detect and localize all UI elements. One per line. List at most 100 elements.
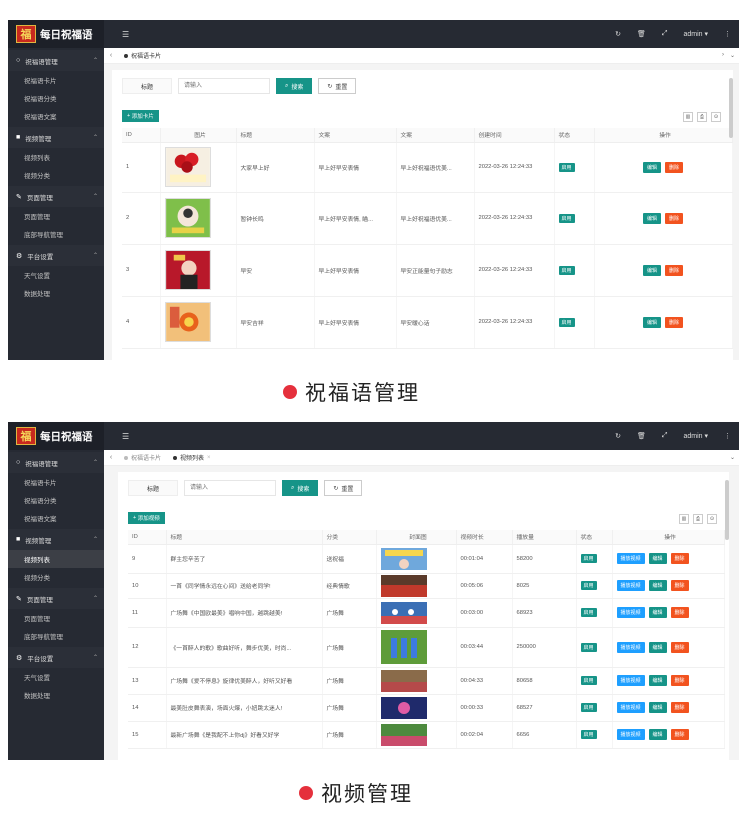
delete-button[interactable]: 删除 <box>665 212 684 224</box>
delete-button[interactable]: 删除 <box>670 641 689 653</box>
edit-button[interactable]: 编辑 <box>648 580 667 591</box>
card-image[interactable] <box>164 147 211 187</box>
play-video-button[interactable]: 播放视频 <box>616 675 645 686</box>
chevron-down-icon[interactable]: ⌄ <box>730 454 735 461</box>
chevron-right-icon[interactable]: › <box>722 52 724 59</box>
sidebar-group-settings[interactable]: ⚙ 平台设置 ⌃ <box>8 647 104 668</box>
play-video-button[interactable]: 播放视频 <box>616 607 645 618</box>
edit-button[interactable]: 编辑 <box>648 702 667 713</box>
tab-card[interactable]: 祝福语卡片 <box>118 453 167 462</box>
close-icon[interactable]: × <box>207 455 211 461</box>
sidebar-item-copy[interactable]: 祝福语文案 <box>8 107 104 125</box>
video-cover[interactable] <box>380 669 427 692</box>
sidebar-item-pages[interactable]: 页面管理 <box>8 609 104 627</box>
delete-button[interactable]: 删除 <box>670 729 689 740</box>
fullscreen-icon[interactable]: ⤢ <box>662 432 668 440</box>
fullscreen-icon[interactable]: ⤢ <box>662 30 668 38</box>
sidebar-item-category[interactable]: 祝福语分类 <box>8 89 104 107</box>
menu-toggle-icon[interactable]: ☰ <box>122 30 129 39</box>
print-icon[interactable]: ⎙ <box>693 514 703 524</box>
edit-button[interactable]: 编辑 <box>642 264 661 276</box>
play-video-button[interactable]: 播放视频 <box>616 553 645 564</box>
reset-button[interactable]: ↻ 重置 <box>324 480 363 496</box>
sidebar-item-video-category[interactable]: 视频分类 <box>8 568 104 586</box>
title-input[interactable] <box>178 78 270 94</box>
card-image[interactable] <box>164 250 211 290</box>
chevron-left-icon[interactable]: ‹ <box>104 454 118 461</box>
video-cover[interactable] <box>380 547 427 570</box>
sidebar-item-category[interactable]: 祝福语分类 <box>8 491 104 509</box>
delete-button[interactable]: 删除 <box>665 264 684 276</box>
edit-button[interactable]: 编辑 <box>648 729 667 740</box>
columns-icon[interactable]: ▥ <box>679 514 689 524</box>
edit-button[interactable]: 编辑 <box>642 212 661 224</box>
trash-icon[interactable]: 🗑 <box>637 432 646 440</box>
sidebar-item-bottom-nav[interactable]: 底部导航管理 <box>8 627 104 645</box>
delete-button[interactable]: 删除 <box>670 675 689 686</box>
tab-card[interactable]: 祝福语卡片 <box>118 51 167 60</box>
sidebar-group-video[interactable]: ■ 视频管理 ⌃ <box>8 529 104 550</box>
play-video-button[interactable]: 播放视频 <box>616 641 645 653</box>
sidebar-group-settings[interactable]: ⚙ 平台设置 ⌃ <box>8 245 104 266</box>
search-button[interactable]: ⌕ 搜索 <box>276 78 313 94</box>
sidebar-group-pages[interactable]: ✎ 页面管理 ⌃ <box>8 186 104 207</box>
sidebar-item-copy[interactable]: 祝福语文案 <box>8 509 104 527</box>
scrollbar[interactable] <box>729 78 733 138</box>
edit-button[interactable]: 编辑 <box>648 641 667 653</box>
video-cover[interactable] <box>380 696 427 719</box>
edit-button[interactable]: 编辑 <box>648 607 667 618</box>
sidebar-group-pages[interactable]: ✎ 页面管理 ⌃ <box>8 588 104 609</box>
app-logo[interactable]: 福 每日祝福语 <box>8 422 104 450</box>
refresh-icon[interactable]: ↻ <box>615 30 621 38</box>
delete-button[interactable]: 删除 <box>670 553 689 564</box>
card-image[interactable] <box>164 302 211 342</box>
sidebar-item-bottom-nav[interactable]: 底部导航管理 <box>8 225 104 243</box>
sidebar-item-card[interactable]: 祝福语卡片 <box>8 71 104 89</box>
delete-button[interactable]: 删除 <box>665 161 684 173</box>
scrollbar[interactable] <box>725 480 729 540</box>
more-icon[interactable]: ⋮ <box>724 432 731 440</box>
add-card-button[interactable]: + 添加卡片 <box>122 110 159 122</box>
sidebar-group-video[interactable]: ■ 视频管理 ⌃ <box>8 127 104 148</box>
export-icon[interactable]: ⊙ <box>707 514 717 524</box>
edit-button[interactable]: 编辑 <box>648 553 667 564</box>
admin-menu[interactable]: admin ▾ <box>683 30 708 38</box>
video-cover[interactable] <box>380 574 427 597</box>
edit-button[interactable]: 编辑 <box>648 675 667 686</box>
menu-toggle-icon[interactable]: ☰ <box>122 432 129 441</box>
delete-button[interactable]: 删除 <box>670 580 689 591</box>
search-button[interactable]: ⌕ 搜索 <box>282 480 319 496</box>
app-logo[interactable]: 福 每日祝福语 <box>8 20 104 48</box>
more-icon[interactable]: ⋮ <box>724 30 731 38</box>
edit-button[interactable]: 编辑 <box>642 161 661 173</box>
play-video-button[interactable]: 播放视频 <box>616 729 645 740</box>
title-input[interactable] <box>184 480 276 496</box>
sidebar-item-data[interactable]: 数据处理 <box>8 686 104 704</box>
video-cover[interactable] <box>380 723 427 746</box>
columns-icon[interactable]: ▥ <box>683 112 693 122</box>
sidebar-item-data[interactable]: 数据处理 <box>8 284 104 302</box>
play-video-button[interactable]: 播放视频 <box>616 580 645 591</box>
delete-button[interactable]: 删除 <box>670 702 689 713</box>
sidebar-item-weather[interactable]: 天气设置 <box>8 668 104 686</box>
delete-button[interactable]: 删除 <box>665 316 684 328</box>
sidebar-item-video-list[interactable]: 视频列表 <box>8 148 104 166</box>
video-cover[interactable] <box>380 601 427 624</box>
sidebar-item-weather[interactable]: 天气设置 <box>8 266 104 284</box>
sidebar-group-blessing[interactable]: ○ 祝福语管理 ⌃ <box>8 50 104 71</box>
sidebar-item-video-category[interactable]: 视频分类 <box>8 166 104 184</box>
delete-button[interactable]: 删除 <box>670 607 689 618</box>
video-cover[interactable] <box>380 630 427 664</box>
sidebar-item-video-list[interactable]: 视频列表 <box>8 550 104 568</box>
tab-video-list[interactable]: 视频列表 × <box>167 453 217 462</box>
refresh-icon[interactable]: ↻ <box>615 432 621 440</box>
edit-button[interactable]: 编辑 <box>642 316 661 328</box>
sidebar-item-card[interactable]: 祝福语卡片 <box>8 473 104 491</box>
print-icon[interactable]: ⎙ <box>697 112 707 122</box>
card-image[interactable] <box>164 198 211 238</box>
play-video-button[interactable]: 播放视频 <box>616 702 645 713</box>
reset-button[interactable]: ↻ 重置 <box>318 78 357 94</box>
sidebar-group-blessing[interactable]: ○ 祝福语管理 ⌃ <box>8 452 104 473</box>
trash-icon[interactable]: 🗑 <box>637 30 646 38</box>
chevron-left-icon[interactable]: ‹ <box>104 52 118 59</box>
